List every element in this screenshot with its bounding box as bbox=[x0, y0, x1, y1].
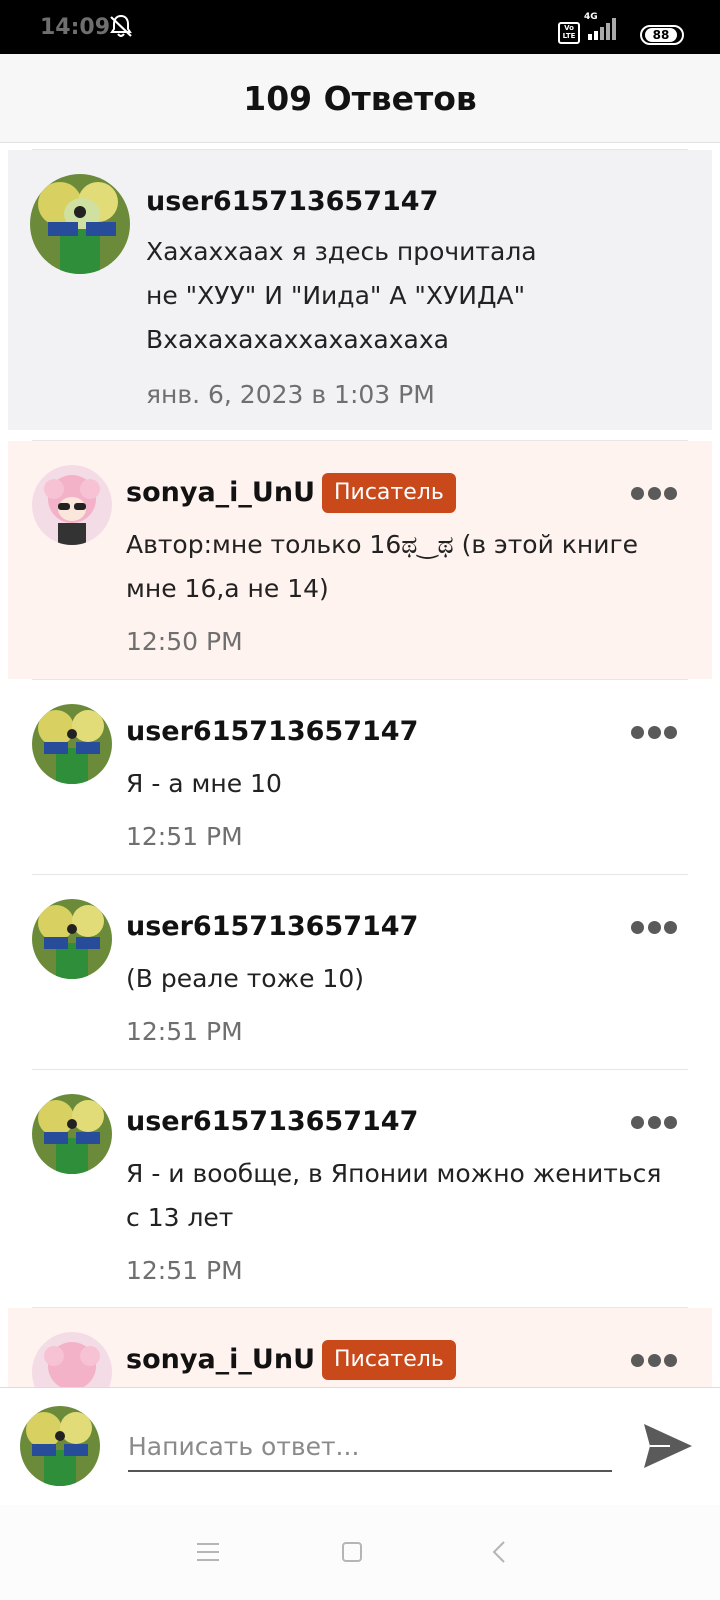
comment-username[interactable]: user615713657147 bbox=[126, 716, 418, 747]
my-avatar[interactable] bbox=[20, 1406, 100, 1486]
writer-badge: Писатель bbox=[322, 1340, 456, 1380]
signal-icon: 4G bbox=[584, 12, 624, 42]
comment-timestamp: 12:51 PM bbox=[126, 1017, 243, 1046]
status-time: 14:09 bbox=[40, 15, 111, 40]
writer-badge: Писатель bbox=[322, 473, 456, 513]
bell-off-icon bbox=[110, 14, 132, 37]
author-reply: sonya_i_UnU Писатель bbox=[8, 1308, 712, 1387]
reply-bar bbox=[0, 1387, 720, 1505]
comment-text: Я - и вообще, в Японии можно жениться с … bbox=[126, 1159, 662, 1232]
comment-username[interactable]: user615713657147 bbox=[126, 1106, 418, 1137]
status-bar: 14:09 Vo LTE 4G 88 bbox=[0, 0, 720, 54]
avatar[interactable] bbox=[32, 1332, 112, 1387]
home-icon[interactable] bbox=[338, 1538, 366, 1566]
avatar[interactable] bbox=[32, 899, 112, 979]
menu-icon[interactable] bbox=[194, 1538, 222, 1566]
reply-input[interactable] bbox=[128, 1422, 612, 1472]
reply: user615713657147 (В реале тоже 10) 12:51… bbox=[8, 875, 712, 1069]
battery-icon: 88 bbox=[640, 25, 684, 45]
comment-username[interactable]: sonya_i_UnU bbox=[126, 1344, 315, 1375]
avatar[interactable] bbox=[32, 704, 112, 784]
comment-username[interactable]: user615713657147 bbox=[126, 911, 418, 942]
reply: user615713657147 Я - а мне 10 12:51 PM bbox=[8, 680, 712, 874]
more-options-icon[interactable] bbox=[631, 1116, 677, 1130]
comment-timestamp: 12:50 PM bbox=[126, 627, 243, 656]
comment-username[interactable]: user615713657147 bbox=[146, 186, 438, 217]
reply: user615713657147 Я - и вообще, в Японии … bbox=[8, 1070, 712, 1308]
more-options-icon[interactable] bbox=[631, 726, 677, 740]
original-comment: user615713657147 Хахаххаах я здесь прочи… bbox=[8, 150, 712, 430]
avatar[interactable] bbox=[32, 1094, 112, 1174]
more-options-icon[interactable] bbox=[631, 1354, 677, 1368]
replies-header: 109 Ответов bbox=[0, 54, 720, 143]
more-options-icon[interactable] bbox=[631, 487, 677, 501]
comment-timestamp: янв. 6, 2023 в 1:03 PM bbox=[146, 380, 435, 409]
more-options-icon[interactable] bbox=[631, 921, 677, 935]
comment-text: Хахаххаах я здесь прочитала не "ХУУ" И "… bbox=[146, 237, 537, 354]
comment-text: (В реале тоже 10) bbox=[126, 964, 365, 993]
comment-username[interactable]: sonya_i_UnU bbox=[126, 477, 315, 508]
comment-timestamp: 12:51 PM bbox=[126, 1256, 243, 1285]
comment-text: Я - а мне 10 bbox=[126, 769, 282, 798]
comment-timestamp: 12:51 PM bbox=[126, 822, 243, 851]
page-title: 109 Ответов bbox=[243, 78, 477, 118]
avatar[interactable] bbox=[30, 174, 130, 274]
back-icon[interactable] bbox=[486, 1538, 514, 1566]
comment-list[interactable]: user615713657147 Хахаххаах я здесь прочи… bbox=[0, 143, 720, 1387]
author-reply: sonya_i_UnU Писатель Автор:мне только 16… bbox=[8, 441, 712, 679]
comment-text: Автор:мне только 16ಥ‿ಥ (в этой книге мне… bbox=[126, 530, 638, 603]
avatar[interactable] bbox=[32, 465, 112, 545]
volte-icon: Vo LTE bbox=[558, 22, 580, 44]
system-nav-bar bbox=[0, 1505, 720, 1600]
send-icon[interactable] bbox=[640, 1418, 696, 1474]
